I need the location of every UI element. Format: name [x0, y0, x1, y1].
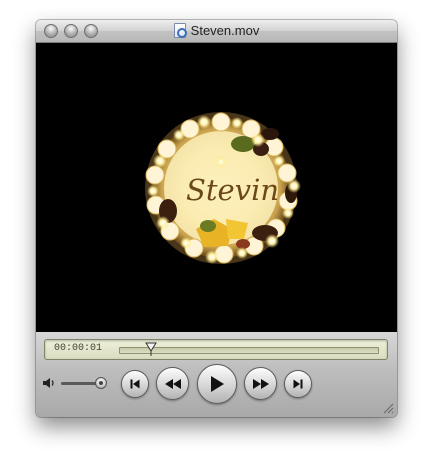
fast-forward-button[interactable]	[244, 367, 277, 400]
play-button[interactable]	[197, 364, 237, 404]
window-title-group: Steven.mov	[36, 23, 397, 38]
timeline-scrubber-track[interactable]	[119, 342, 379, 356]
quicktime-player-window: Steven.mov Stevin 00:00:01	[36, 20, 397, 417]
playhead-icon[interactable]	[145, 342, 158, 356]
speaker-volume-icon[interactable]	[42, 376, 56, 390]
timecode-display: 00:00:01	[54, 343, 103, 354]
volume-slider-knob[interactable]	[95, 377, 107, 389]
resize-grip-icon[interactable]	[382, 402, 394, 414]
skip-to-start-icon	[130, 379, 140, 389]
go-to-start-button[interactable]	[121, 370, 149, 398]
fast-forward-icon	[252, 378, 269, 389]
title-bar[interactable]: Steven.mov	[36, 20, 397, 43]
control-bar: 00:00:01	[36, 332, 397, 417]
lcd-display: 00:00:01	[44, 339, 388, 360]
rewind-icon	[164, 378, 181, 389]
video-frame-cake: Stevin	[36, 43, 397, 332]
play-icon	[211, 376, 224, 392]
video-area[interactable]: Stevin	[36, 43, 397, 332]
skip-to-end-icon	[293, 379, 303, 389]
window-title: Steven.mov	[190, 23, 260, 38]
cake-writing-text: Stevin	[186, 173, 279, 207]
quicktime-movie-icon	[173, 23, 187, 38]
go-to-end-button[interactable]	[284, 370, 312, 398]
rewind-button[interactable]	[156, 367, 189, 400]
